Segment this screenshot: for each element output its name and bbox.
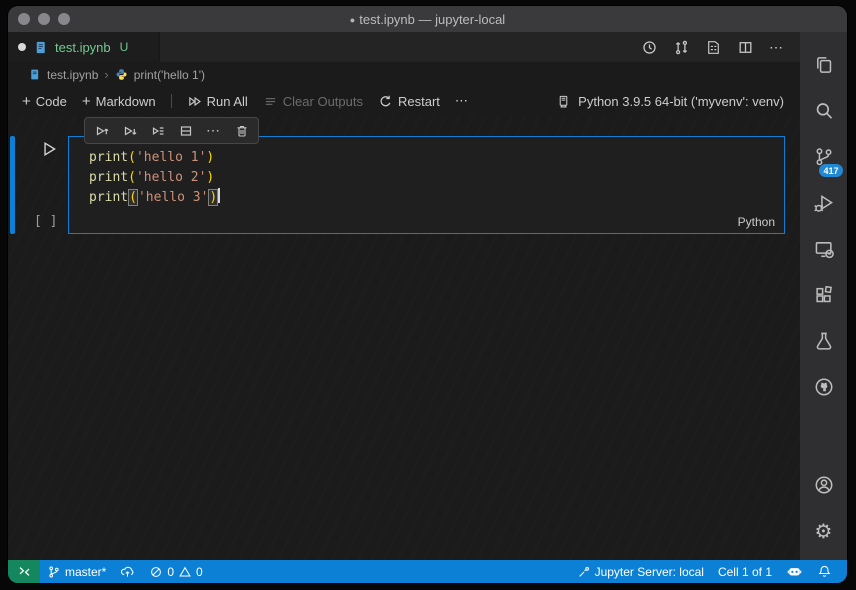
scm-changes-badge: 417 <box>819 164 843 177</box>
cell-toolbar: ⋯ <box>84 117 259 144</box>
vscode-window: ●test.ipynb — jupyter-local test.ipynb U <box>8 6 847 583</box>
publish-changes-button[interactable] <box>113 560 142 583</box>
breadcrumb[interactable]: test.ipynb › print('hello 1') <box>8 62 800 87</box>
open-changes-icon[interactable] <box>673 39 690 56</box>
add-code-cell-button[interactable]: + Code <box>22 93 67 110</box>
minimize-button[interactable] <box>38 13 50 25</box>
run-cells-above-icon[interactable] <box>89 120 114 142</box>
editor-actions: ⋯ <box>641 32 800 62</box>
search-icon[interactable] <box>800 88 847 134</box>
cell-position-status[interactable]: Cell 1 of 1 <box>711 560 779 583</box>
settings-gear-icon[interactable]: ⚙ <box>800 508 847 554</box>
run-and-debug-icon[interactable] <box>800 180 847 226</box>
notifications-bell-icon[interactable] <box>810 560 839 583</box>
robot-icon[interactable] <box>779 560 810 583</box>
plus-icon: + <box>22 93 31 110</box>
tab-label: test.ipynb <box>55 40 111 55</box>
jupyter-server-icon <box>577 565 591 579</box>
warning-icon <box>178 565 192 579</box>
git-status-badge: U <box>120 40 129 54</box>
branch-icon <box>47 565 61 579</box>
cell-focus-indicator <box>10 136 15 234</box>
toolbar-divider <box>171 94 172 108</box>
restart-kernel-button[interactable]: Restart <box>378 94 440 109</box>
code-cell[interactable]: print('hello 1')print('hello 2')print('h… <box>68 136 785 234</box>
testing-icon[interactable] <box>800 318 847 364</box>
source-control-icon[interactable]: 417 <box>800 134 847 180</box>
extensions-icon[interactable] <box>800 272 847 318</box>
python-icon <box>115 68 128 81</box>
notebook-editor[interactable]: ⋯ [ ] print('hello 1')print('hello 2')pr… <box>8 115 800 560</box>
clear-outputs-icon <box>263 94 278 109</box>
clear-outputs-button[interactable]: Clear Outputs <box>263 94 363 109</box>
run-all-icon <box>187 94 202 109</box>
server-environment-icon <box>556 94 571 109</box>
cell-code[interactable]: print('hello 1')print('hello 2')print('h… <box>69 137 784 208</box>
run-cell-button[interactable] <box>40 140 58 158</box>
github-icon[interactable] <box>800 364 847 410</box>
execution-count: [ ] <box>34 214 57 229</box>
split-cell-icon[interactable] <box>173 120 198 142</box>
split-editor-icon[interactable] <box>737 39 754 56</box>
notebook-toolbar: + Code + Markdown Run All <box>8 87 800 115</box>
more-actions-icon[interactable]: ⋯ <box>769 39 784 56</box>
run-cell-and-below-icon[interactable] <box>117 120 142 142</box>
run-all-button[interactable]: Run All <box>187 94 248 109</box>
traffic-lights <box>18 13 70 25</box>
tab-test-ipynb[interactable]: test.ipynb U <box>8 32 160 62</box>
chevron-right-icon: › <box>104 67 108 82</box>
more-cell-actions-icon[interactable]: ⋯ <box>201 120 226 142</box>
activity-bar: 417 ⚙ <box>800 32 847 560</box>
accounts-icon[interactable] <box>800 462 847 508</box>
cell-language-picker[interactable]: Python <box>738 215 775 229</box>
notebook-file-icon <box>33 40 48 55</box>
jupyter-server-status[interactable]: Jupyter Server: local <box>570 560 711 583</box>
modified-dot-icon: ● <box>350 15 355 25</box>
breadcrumb-file[interactable]: test.ipynb <box>47 68 98 82</box>
zoom-button[interactable] <box>58 13 70 25</box>
explorer-icon[interactable] <box>800 42 847 88</box>
git-branch-status[interactable]: master* <box>40 560 113 583</box>
open-text-editor-icon[interactable] <box>705 39 722 56</box>
unsaved-dot-icon <box>18 43 26 51</box>
remote-indicator[interactable] <box>8 560 40 583</box>
notebook-file-icon <box>28 68 41 81</box>
title-bar[interactable]: ●test.ipynb — jupyter-local <box>8 6 847 32</box>
tab-bar: test.ipynb U ⋯ <box>8 32 800 62</box>
breadcrumb-symbol[interactable]: print('hello 1') <box>134 68 205 82</box>
problems-status[interactable]: 0 0 <box>142 560 209 583</box>
error-icon <box>149 565 163 579</box>
restart-icon <box>378 94 393 109</box>
add-markdown-cell-button[interactable]: + Markdown <box>82 93 156 110</box>
cloud-upload-icon <box>120 564 135 579</box>
kernel-picker[interactable]: Python 3.9.5 64-bit ('myvenv': venv) <box>556 94 800 109</box>
window-title: ●test.ipynb — jupyter-local <box>8 12 847 27</box>
more-actions-icon[interactable]: ⋯ <box>455 93 469 109</box>
close-button[interactable] <box>18 13 30 25</box>
status-bar: master* 0 0 Jupyter Server: local <box>8 560 847 583</box>
status-bar-right: Jupyter Server: local Cell 1 of 1 <box>570 560 847 583</box>
remote-explorer-icon[interactable] <box>800 226 847 272</box>
timeline-icon[interactable] <box>641 39 658 56</box>
plus-icon: + <box>82 93 91 110</box>
run-by-line-icon[interactable] <box>145 120 170 142</box>
delete-cell-icon[interactable] <box>229 120 254 142</box>
